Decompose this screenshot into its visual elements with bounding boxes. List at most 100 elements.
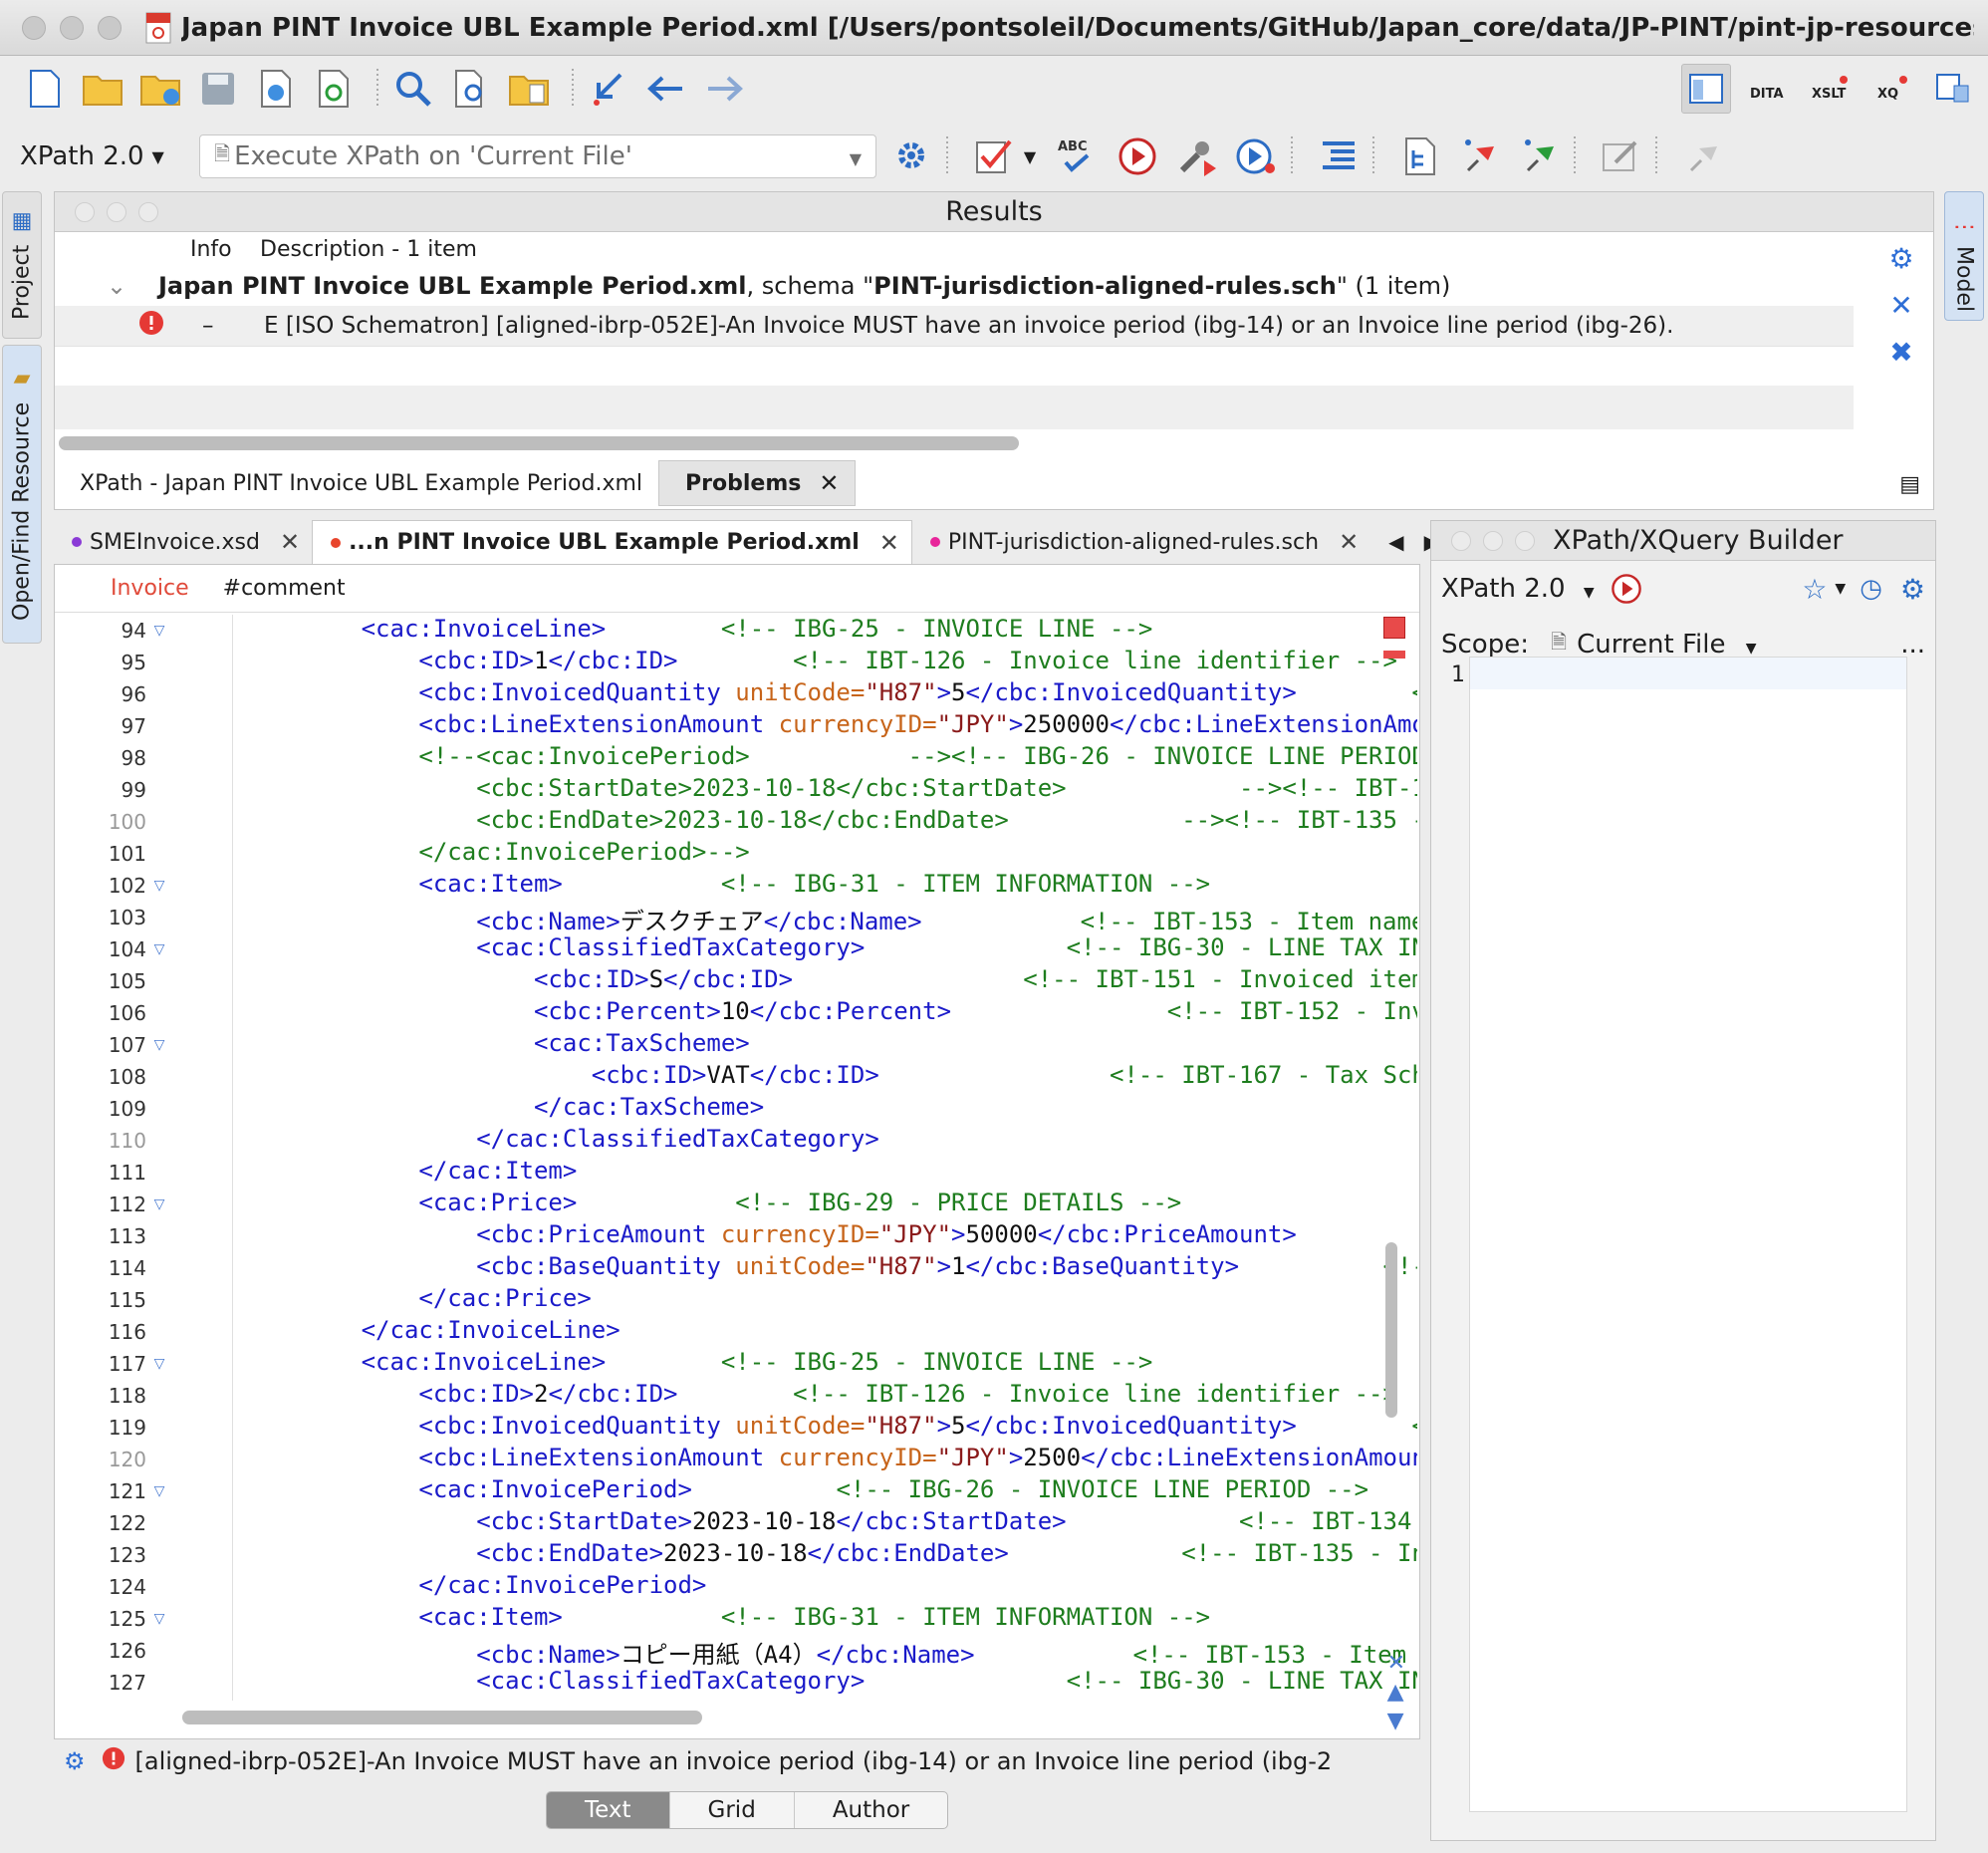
code-line[interactable]: 105 <cbc:ID>S</cbc:ID> <!-- IBT-151 - In… — [103, 965, 1417, 997]
column-info[interactable]: Info — [190, 237, 260, 262]
close-icon[interactable]: ✕ — [879, 529, 899, 557]
xml-editor[interactable]: Invoice #comment 94 ▽ <cac:InvoiceLine> <… — [54, 564, 1420, 1739]
gear-icon[interactable]: ⚙ — [1900, 573, 1925, 606]
panel-close-button[interactable] — [75, 202, 95, 222]
mode-author-button[interactable]: Author — [795, 1792, 947, 1828]
open-url-button[interactable] — [135, 64, 185, 114]
debug-button[interactable] — [1233, 132, 1281, 180]
tab-xpath-results[interactable]: XPath - Japan PINT Invoice UBL Example P… — [54, 460, 658, 506]
previous-error-icon[interactable]: ▲ — [1387, 1680, 1405, 1705]
fold-chevron-icon[interactable]: ▽ — [146, 623, 172, 639]
pin-green-button[interactable] — [1516, 132, 1564, 180]
model-tab[interactable]: ⋮ Model — [1944, 191, 1984, 321]
fold-chevron-icon[interactable]: ▽ — [146, 1483, 172, 1499]
panel-maximize-button[interactable] — [138, 202, 158, 222]
tab-schematron[interactable]: PINT-jurisdiction-aligned-rules.sch ✕ — [912, 520, 1370, 564]
code-line[interactable]: 102 ▽ <cac:Item> <!-- IBG-31 - ITEM INFOR… — [103, 870, 1417, 902]
format-indent-button[interactable] — [1315, 132, 1363, 180]
code-line[interactable]: 109 </cac:TaxScheme> — [103, 1093, 1417, 1125]
xpath-expression-editor[interactable] — [1469, 657, 1907, 1812]
remove-all-close-icon[interactable]: ✖ — [1889, 336, 1912, 369]
code-line[interactable]: 106 <cbc:Percent>10</cbc:Percent> <!-- I… — [103, 997, 1417, 1029]
column-description[interactable]: Description - 1 item — [260, 237, 477, 262]
minimize-window-button[interactable] — [60, 15, 84, 40]
clear-markers-close-icon[interactable]: ✕ — [1387, 1651, 1405, 1676]
xpath-version-dropdown[interactable]: XPath 2.0 ▼ — [20, 141, 179, 171]
validate-options-dropdown[interactable]: ▼ — [1018, 132, 1042, 180]
code-line[interactable]: 116 </cac:InvoiceLine> — [103, 1316, 1417, 1348]
reload-button[interactable] — [309, 64, 359, 114]
panel-minimize-button[interactable] — [1483, 531, 1503, 551]
code-line[interactable]: 101 </cac:InvoicePeriod>--> — [103, 838, 1417, 870]
results-error-row[interactable]: – E [ISO Schematron] [aligned-ibrp-052E]… — [55, 306, 1854, 346]
code-line[interactable]: 122 <cbc:StartDate>2023-10-18</cbc:Start… — [103, 1507, 1417, 1539]
horizontal-scrollbar[interactable] — [182, 1711, 702, 1724]
database-perspective-button[interactable] — [1928, 64, 1978, 114]
vertical-scrollbar[interactable] — [1385, 1242, 1397, 1418]
configure-transformation-button[interactable] — [1173, 132, 1221, 180]
results-settings-gear-icon[interactable]: ⚙ — [1888, 242, 1913, 275]
chevron-down-icon[interactable]: ▼ — [1835, 581, 1846, 597]
code-line[interactable]: 100 <cbc:EndDate>2023-10-18</cbc:EndDate… — [103, 806, 1417, 838]
code-line[interactable]: 98 <!--<cac:InvoicePeriod> --><!-- IBG-2… — [103, 742, 1417, 774]
xquery-perspective-button[interactable]: XQ — [1866, 64, 1916, 114]
new-file-button[interactable] — [20, 64, 70, 114]
code-line[interactable]: 126 <cbc:Name>コピー用紙（A4）</cbc:Name> <!-- … — [103, 1635, 1417, 1669]
favorite-star-icon[interactable]: ☆ — [1802, 573, 1827, 606]
panel-close-button[interactable] — [1451, 531, 1471, 551]
code-line[interactable]: 112 ▽ <cac:Price> <!-- IBG-29 - PRICE DET… — [103, 1189, 1417, 1220]
find-button[interactable] — [388, 64, 438, 114]
back-button[interactable] — [641, 64, 691, 114]
code-line[interactable]: 114 <cbc:BaseQuantity unitCode="H87">1</… — [103, 1252, 1417, 1284]
code-area[interactable]: 94 ▽ <cac:InvoiceLine> <!-- IBG-25 - INVO… — [103, 615, 1417, 1701]
fold-chevron-icon[interactable]: ▽ — [146, 941, 172, 957]
tab-invoice-xml[interactable]: ...n PINT Invoice UBL Example Period.xml… — [312, 520, 912, 564]
status-message[interactable]: [aligned-ibrp-052E]-An Invoice MUST have… — [135, 1747, 1333, 1775]
code-line[interactable]: 104 ▽ <cac:ClassifiedTaxCategory> <!-- IB… — [103, 933, 1417, 965]
close-window-button[interactable] — [22, 15, 46, 40]
fold-chevron-icon[interactable]: ▽ — [146, 1196, 172, 1212]
code-line[interactable]: 113 <cbc:PriceAmount currencyID="JPY">50… — [103, 1220, 1417, 1252]
tab-problems[interactable]: Problems ✕ — [658, 460, 857, 506]
error-marker-summary[interactable] — [1383, 617, 1405, 639]
code-line[interactable]: 124 </cac:InvoicePeriod> — [103, 1571, 1417, 1603]
tab-sme-invoice-xsd[interactable]: SMEInvoice.xsd ✕ — [54, 520, 312, 564]
history-clock-icon[interactable]: ◷ — [1860, 574, 1882, 604]
close-icon[interactable]: ✕ — [1339, 528, 1359, 556]
chevron-down-icon[interactable]: ⌄ — [107, 272, 158, 300]
find-in-files-button[interactable] — [446, 64, 496, 114]
disabled-pin-button[interactable] — [1679, 132, 1727, 180]
chevron-down-icon[interactable]: ▼ — [850, 149, 862, 168]
pin-red-button[interactable] — [1456, 132, 1504, 180]
mode-grid-button[interactable]: Grid — [670, 1792, 795, 1828]
code-line[interactable]: 94 ▽ <cac:InvoiceLine> <!-- IBG-25 - INVO… — [103, 615, 1417, 647]
gear-icon[interactable]: ⚙ — [64, 1747, 86, 1775]
associate-schema-button[interactable] — [1396, 132, 1444, 180]
remove-result-close-icon[interactable]: ✕ — [1889, 289, 1912, 322]
close-icon[interactable]: ✕ — [819, 469, 839, 497]
code-line[interactable]: 115 </cac:Price> — [103, 1284, 1417, 1316]
builder-version-dropdown[interactable]: XPath 2.0 ▼ — [1441, 574, 1595, 604]
code-line[interactable]: 97 <cbc:LineExtensionAmount currencyID="… — [103, 710, 1417, 742]
more-options[interactable]: ... — [1900, 630, 1925, 660]
code-line[interactable]: 111 </cac:Item> — [103, 1157, 1417, 1189]
next-error-icon[interactable]: ▼ — [1387, 1709, 1405, 1733]
code-line[interactable]: 120 <cbc:LineExtensionAmount currencyID=… — [103, 1444, 1417, 1475]
results-group-row[interactable]: ⌄ Japan PINT Invoice UBL Example Period.… — [55, 266, 1933, 306]
open-file-button[interactable] — [78, 64, 127, 114]
save-button[interactable] — [193, 64, 243, 114]
close-icon[interactable]: ✕ — [280, 528, 300, 556]
error-marker[interactable] — [1383, 651, 1405, 659]
code-line[interactable]: 110 </cac:ClassifiedTaxCategory> — [103, 1125, 1417, 1157]
code-line[interactable]: 96 <cbc:InvoicedQuantity unitCode="H87">… — [103, 678, 1417, 710]
chevron-left-icon[interactable]: ◀ — [1388, 530, 1403, 554]
mode-text-button[interactable]: Text — [547, 1792, 670, 1828]
xpath-input[interactable]: 🗎 Execute XPath on 'Current File' ▼ — [199, 134, 876, 178]
code-line[interactable]: 118 <cbc:ID>2</cbc:ID> <!-- IBT-126 - In… — [103, 1380, 1417, 1412]
code-line[interactable]: 123 <cbc:EndDate>2023-10-18</cbc:EndDate… — [103, 1539, 1417, 1571]
save-to-url-button[interactable] — [251, 64, 301, 114]
editor-perspective-button[interactable] — [1681, 64, 1731, 114]
panel-minimize-button[interactable] — [107, 202, 126, 222]
validate-button[interactable] — [970, 132, 1018, 180]
panel-menu-icon[interactable]: ▤ — [1899, 472, 1920, 497]
